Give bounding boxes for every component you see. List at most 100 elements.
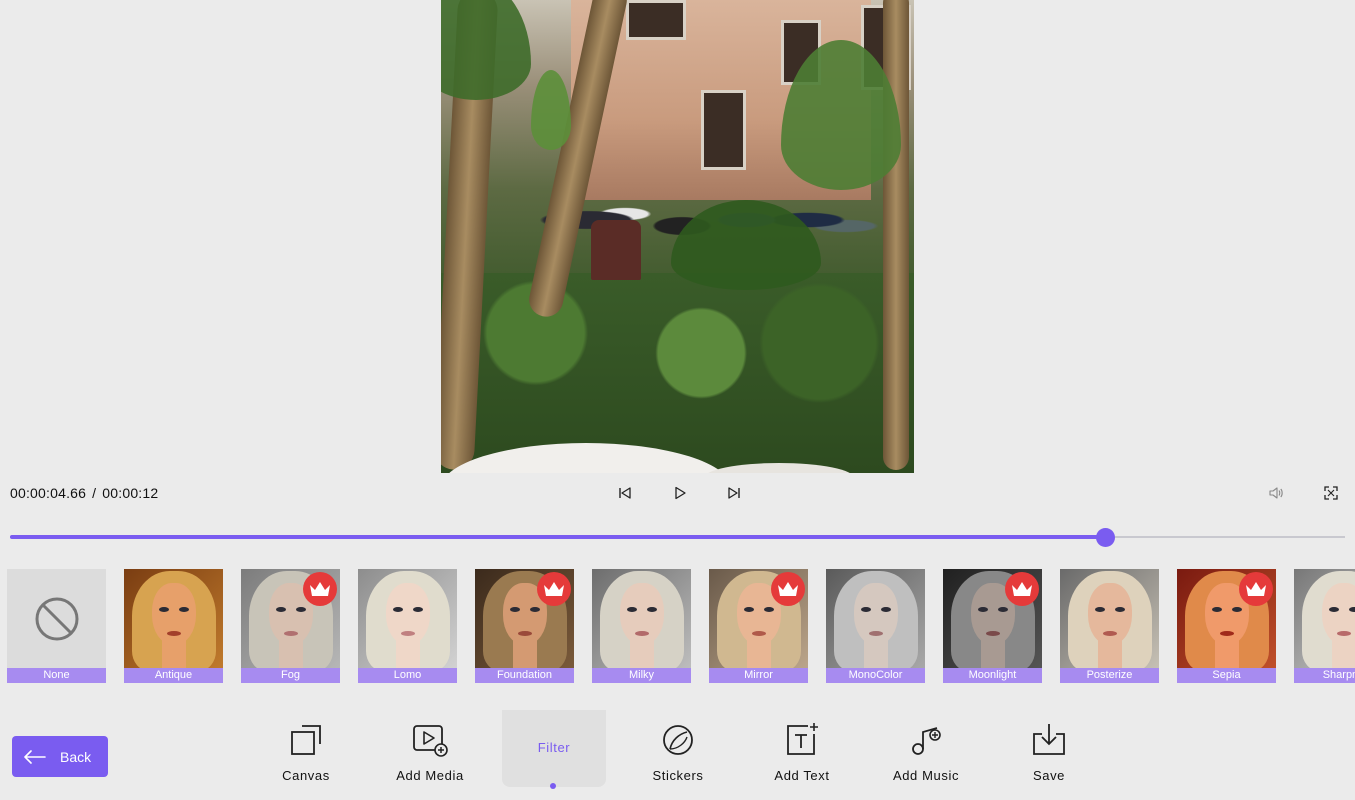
portrait-eye (530, 607, 540, 612)
filter-lomo[interactable]: Lomo (358, 569, 457, 683)
filter-thumbnail (592, 569, 691, 668)
portrait-eye (1232, 607, 1242, 612)
current-time: 00:00:04.66 (10, 485, 87, 501)
add-music-tool[interactable]: Add Music (874, 710, 978, 788)
stickers-tool[interactable]: Stickers (626, 710, 730, 788)
portrait-lips (167, 631, 181, 636)
filter-antique[interactable]: Antique (124, 569, 223, 683)
portrait-eye (179, 607, 189, 612)
sticker-icon (663, 725, 693, 755)
add-media-tool[interactable]: Add Media (378, 710, 482, 788)
premium-badge (1005, 572, 1039, 606)
time-display: 00:00:04.66 / 00:00:12 (10, 485, 158, 501)
filter-fog[interactable]: Fog (241, 569, 340, 683)
portrait-eye (647, 607, 657, 612)
filter-label: Mirror (709, 668, 808, 683)
skip-forward-icon (728, 487, 740, 499)
preview-foliage (441, 0, 531, 100)
preview-window (626, 0, 686, 40)
save-label: Save (1032, 768, 1066, 783)
portrait-lips (752, 631, 766, 636)
add-media-icon (413, 725, 448, 757)
volume-button[interactable] (1265, 482, 1287, 504)
time-separator: / (92, 485, 97, 501)
filter-strip[interactable]: None Antique Fog Lomo Foundation Milky Mirror M… (7, 569, 1355, 685)
play-icon (675, 486, 686, 500)
seek-handle[interactable] (1095, 528, 1115, 547)
filter-posterize[interactable]: Posterize (1060, 569, 1159, 683)
filter-sepia[interactable]: Sepia (1177, 569, 1276, 683)
premium-badge (771, 572, 805, 606)
next-frame-button[interactable] (723, 482, 745, 504)
filter-foundation[interactable]: Foundation (475, 569, 574, 683)
portrait-eye (393, 607, 403, 612)
add-music-icon (912, 727, 941, 755)
premium-badge (303, 572, 337, 606)
preview-door (701, 90, 746, 170)
filter-mirror[interactable]: Mirror (709, 569, 808, 683)
filter-sharpne[interactable]: Sharpne (1294, 569, 1355, 683)
no-filter-icon (35, 597, 78, 640)
portrait-face (1322, 583, 1355, 645)
active-tab-indicator (550, 783, 556, 789)
stickers-label: Stickers (652, 768, 704, 783)
portrait-eye (510, 607, 520, 612)
previous-frame-button[interactable] (614, 482, 636, 504)
crown-icon (310, 582, 330, 596)
portrait-eye (1329, 607, 1339, 612)
portrait-eye (296, 607, 306, 612)
filter-thumbnail (1294, 569, 1355, 668)
portrait-eye (1212, 607, 1222, 612)
portrait-lips (401, 631, 415, 636)
add-text-tool[interactable]: Add Text (750, 710, 854, 788)
filter-milky[interactable]: Milky (592, 569, 691, 683)
filter-label: Foundation (475, 668, 574, 683)
filter-label: Antique (124, 668, 223, 683)
filter-label: Fog (241, 668, 340, 683)
filter-thumbnail (358, 569, 457, 668)
portrait-eye (744, 607, 754, 612)
seek-bar[interactable] (10, 528, 1345, 547)
portrait-eye (764, 607, 774, 612)
fullscreen-button[interactable] (1320, 482, 1342, 504)
preview-palm-trunk (883, 0, 909, 470)
add-text-label: Add Text (774, 768, 830, 783)
filter-tool[interactable]: Filter (502, 710, 606, 787)
bottom-toolbar: Canvas Add Media Filter Stickers Add Tex… (0, 710, 1355, 800)
save-tool[interactable]: Save (997, 710, 1101, 788)
filter-none[interactable]: None (7, 569, 106, 683)
video-preview[interactable] (441, 0, 914, 473)
portrait-eye (861, 607, 871, 612)
crown-icon (544, 582, 564, 596)
preview-table (591, 220, 641, 280)
play-button[interactable] (669, 482, 691, 504)
portrait-eye (276, 607, 286, 612)
filter-label: MonoColor (826, 668, 925, 683)
portrait-lips (1220, 631, 1234, 636)
crown-icon (1012, 582, 1032, 596)
portrait-eye (159, 607, 169, 612)
portrait-eye (1115, 607, 1125, 612)
download-icon (1033, 724, 1065, 755)
filter-label: None (7, 668, 106, 683)
premium-badge (537, 572, 571, 606)
portrait-lips (284, 631, 298, 636)
filter-monocolor[interactable]: MonoColor (826, 569, 925, 683)
premium-badge (1239, 572, 1273, 606)
portrait-eye (1095, 607, 1105, 612)
filter-moonlight[interactable]: Moonlight (943, 569, 1042, 683)
portrait-lips (1337, 631, 1351, 636)
portrait-eye (881, 607, 891, 612)
filter-label: Lomo (358, 668, 457, 683)
filter-label: Filter (537, 740, 571, 755)
crown-icon (1246, 582, 1266, 596)
portrait-eye (978, 607, 988, 612)
filter-thumbnail (1060, 569, 1159, 668)
portrait-lips (1103, 631, 1117, 636)
preview-garden (441, 273, 914, 473)
canvas-icon (291, 725, 321, 755)
volume-icon (1269, 487, 1283, 499)
portrait-eye (998, 607, 1008, 612)
canvas-tool[interactable]: Canvas (254, 710, 358, 788)
portrait-lips (518, 631, 532, 636)
